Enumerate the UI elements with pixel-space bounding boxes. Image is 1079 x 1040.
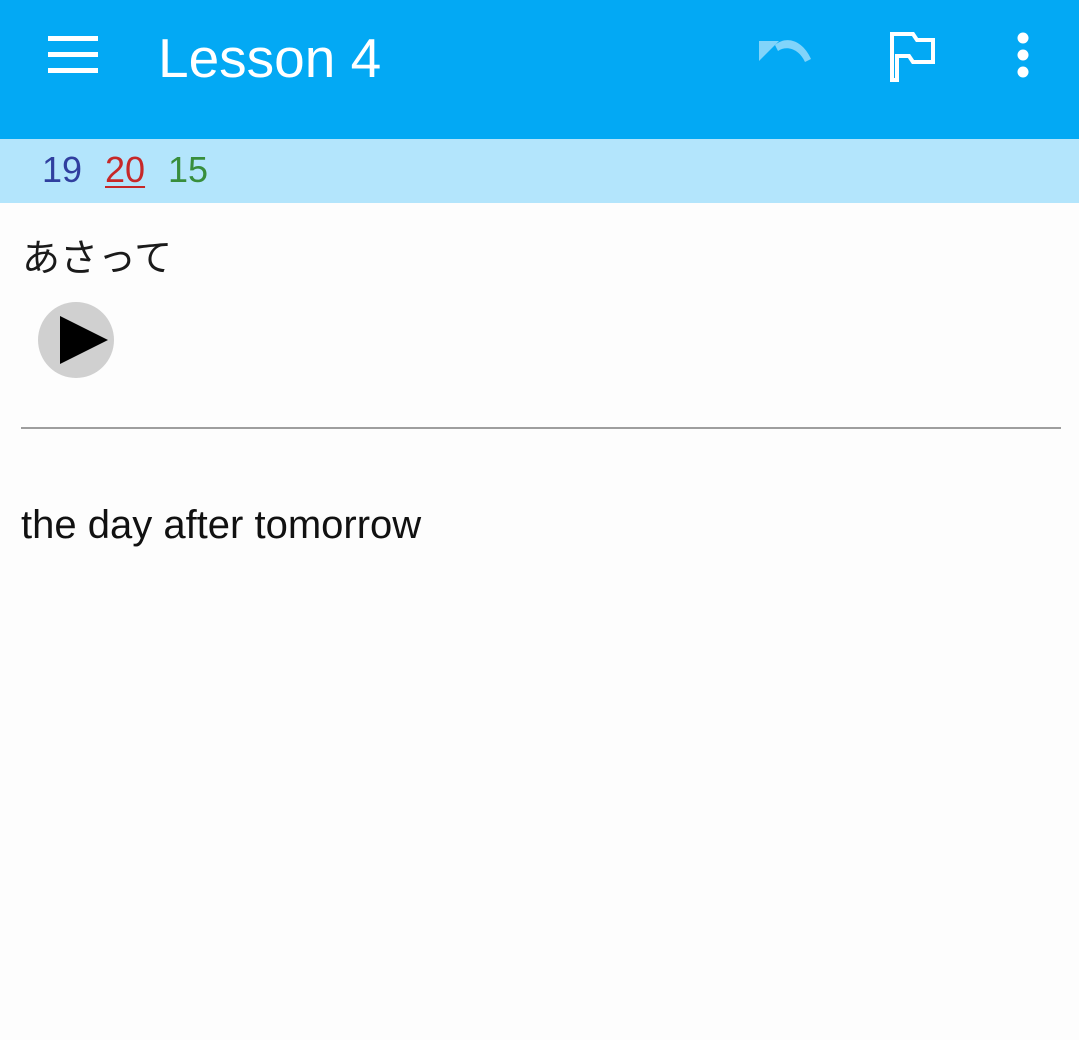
- app-screen: Lesson 4 19 20 15 あさって the day after tom…: [0, 0, 1079, 1040]
- new-count: 19: [42, 149, 83, 190]
- undo-icon: [759, 40, 811, 62]
- more-options-button[interactable]: [992, 20, 1052, 90]
- review-count: 15: [168, 149, 209, 190]
- answer-divider: [21, 427, 1061, 429]
- more-vert-icon: [1017, 32, 1029, 78]
- card-answer: the day after tomorrow: [21, 503, 422, 547]
- menu-button[interactable]: [30, 20, 116, 90]
- menu-icon: [48, 36, 98, 73]
- card-question: あさって: [22, 236, 173, 280]
- play-audio-button[interactable]: [38, 302, 114, 378]
- page-title: Lesson 4: [158, 27, 382, 89]
- undo-button[interactable]: [740, 20, 830, 90]
- flag-icon: [890, 32, 935, 82]
- toolbar: Lesson 4: [0, 0, 1079, 139]
- card-counts-bar: 19 20 15: [0, 139, 1079, 203]
- flag-button[interactable]: [868, 20, 958, 92]
- play-icon: [60, 316, 108, 364]
- learning-count: 20: [105, 149, 146, 190]
